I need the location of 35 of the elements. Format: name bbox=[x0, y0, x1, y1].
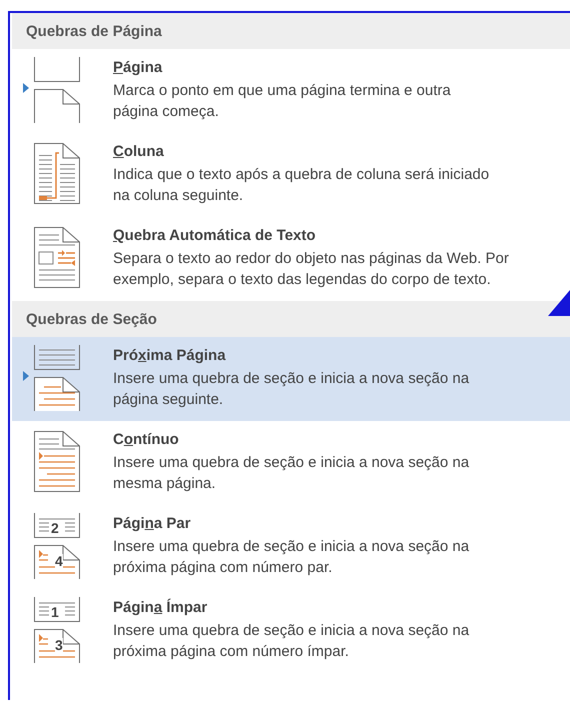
page-break-icon bbox=[33, 513, 81, 579]
item-description: Separa o texto ao redor do objeto nas páginas da Web. Por exemplo, separa o texto das legendas do corpo de texto. bbox=[113, 249, 509, 290]
page-number: 3 bbox=[55, 638, 63, 652]
item-description: Insere uma quebra de seção e inicia a nova seção na próxima página com número par. bbox=[113, 537, 470, 578]
item-title: Quebra Automática de Texto bbox=[113, 227, 317, 244]
item-title: Contínuo bbox=[113, 431, 180, 448]
item-title: Página bbox=[113, 59, 164, 76]
item-title: Próxima Página bbox=[113, 347, 227, 364]
menu-item[interactable]: 2 4 Página Par Insere uma quebra de seção e inicia a nova seção na próxima página com número par. bbox=[12, 505, 570, 589]
item-title: Página Par bbox=[113, 515, 192, 532]
page-number: 2 bbox=[51, 521, 59, 535]
menu-item[interactable]: Quebra Automática de Texto Separa o texto ao redor do objeto nas páginas da Web. Por exemplo, separa o texto das legendas do corpo de texto. bbox=[12, 217, 570, 301]
item-description: Insere uma quebra de seção e inicia a nova seção na página seguinte. bbox=[113, 369, 470, 410]
menu-item[interactable]: Coluna Indica que o texto após a quebra de coluna será iniciado na coluna seguinte. bbox=[12, 133, 570, 217]
menu-item[interactable]: 1 3 Página Ímpar Insere uma quebra de seção e inicia a nova seção na próxima página com número ímpar. bbox=[12, 589, 570, 673]
section-header: Quebras de Página bbox=[12, 13, 570, 49]
item-description: Insere uma quebra de seção e inicia a nova seção na mesma página. bbox=[113, 453, 470, 494]
page-break-icon bbox=[33, 345, 81, 411]
menu-item[interactable]: Página Marca o ponto em que uma página termina e outra página começa. bbox=[12, 49, 570, 133]
page-break-icon bbox=[33, 141, 81, 207]
section-header: Quebras de Seção bbox=[12, 301, 570, 337]
menu-item[interactable]: Contínuo Insere uma quebra de seção e inicia a nova seção na mesma página. bbox=[12, 421, 570, 505]
item-description: Marca o ponto em que uma página termina e outra página começa. bbox=[113, 81, 451, 122]
page-break-icon bbox=[33, 597, 81, 663]
item-title: Página Ímpar bbox=[113, 599, 208, 616]
page-break-icon bbox=[33, 57, 81, 123]
item-title: Coluna bbox=[113, 143, 165, 160]
page-break-icon bbox=[33, 225, 81, 291]
menu-item[interactable]: Próxima Página Insere uma quebra de seção e inicia a nova seção na página seguinte. bbox=[12, 337, 570, 421]
page-break-icon bbox=[33, 429, 81, 495]
item-description: Insere uma quebra de seção e inicia a nova seção na próxima página com número ímpar. bbox=[113, 621, 470, 662]
item-description: Indica que o texto após a quebra de coluna será iniciado na coluna seguinte. bbox=[113, 165, 490, 206]
triangle-icon bbox=[548, 290, 570, 316]
page-number: 1 bbox=[51, 605, 59, 619]
page-number: 4 bbox=[55, 554, 63, 568]
